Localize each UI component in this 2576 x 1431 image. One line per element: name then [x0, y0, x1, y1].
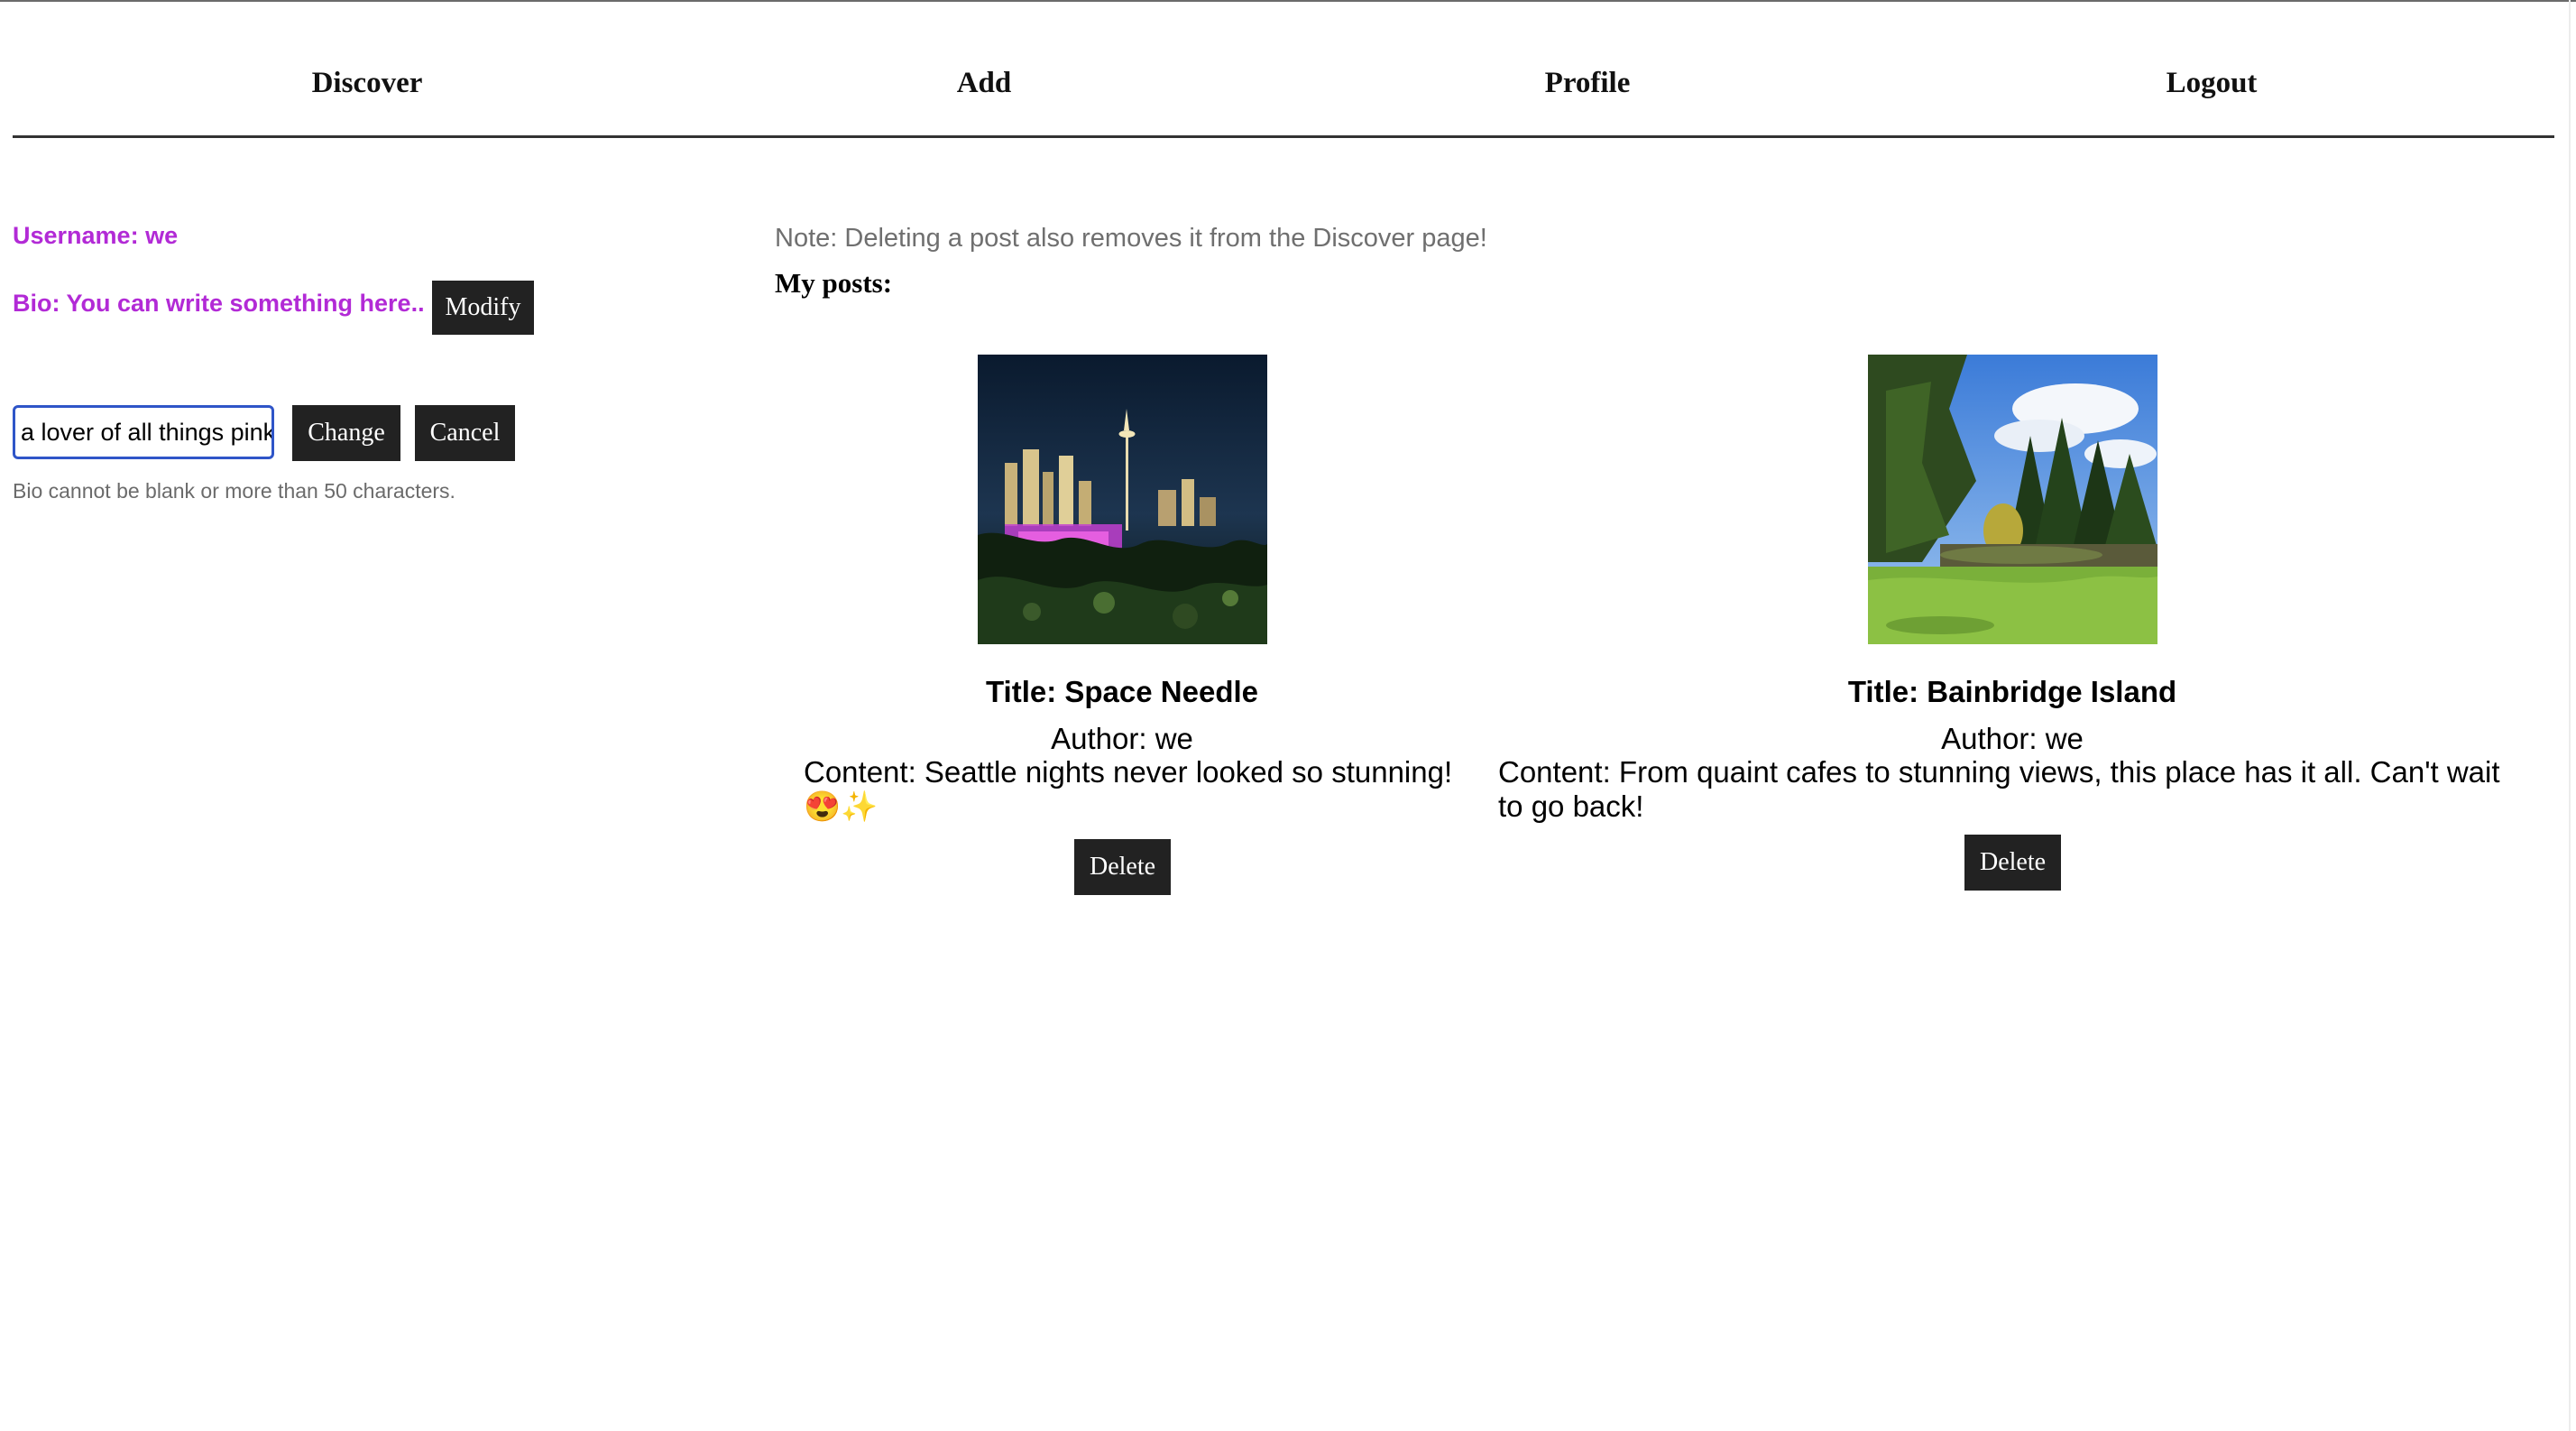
post-image-bainbridge-island[interactable]	[1868, 355, 2157, 644]
bio-label: Bio: You can write something here..	[13, 290, 425, 317]
delete-post-button[interactable]: Delete	[1074, 839, 1171, 895]
post-author: Author: we	[1941, 722, 2084, 755]
window-right-edge	[2569, 0, 2571, 1431]
nav-logout-link[interactable]: Logout	[2167, 67, 2258, 100]
delete-note: Note: Deleting a post also removes it fr…	[775, 224, 1487, 253]
post-content: Content: Seattle nights never looked so …	[804, 755, 1453, 823]
bio-validation-hint: Bio cannot be blank or more than 50 char…	[13, 479, 455, 503]
park-pond-trees-photo	[1868, 355, 2157, 644]
nav-add-link[interactable]: Add	[957, 67, 1012, 100]
bio-input-value: a lover of all things pink!	[21, 418, 274, 446]
change-bio-button[interactable]: Change	[292, 405, 400, 461]
bio-input[interactable]: a lover of all things pink!	[13, 405, 274, 459]
modify-bio-button[interactable]: Modify	[432, 281, 534, 335]
username-label: Username: we	[13, 222, 179, 249]
post-title: Title: Bainbridge Island	[1847, 675, 2177, 708]
post-title: Title: Space Needle	[985, 675, 1259, 708]
top-navigation: Discover Add Profile Logout	[13, 0, 2554, 138]
post-author: Author: we	[1051, 722, 1193, 755]
post-content: Content: From quaint cafes to stunning v…	[1498, 755, 2500, 823]
seattle-night-skyline-photo	[978, 355, 1267, 644]
delete-post-button[interactable]: Delete	[1964, 835, 2061, 891]
nav-discover-link[interactable]: Discover	[312, 67, 423, 100]
post-image-space-needle[interactable]	[978, 355, 1267, 644]
nav-profile-link[interactable]: Profile	[1545, 67, 1631, 100]
my-posts-heading: My posts:	[775, 267, 893, 299]
cancel-bio-button[interactable]: Cancel	[415, 405, 515, 461]
